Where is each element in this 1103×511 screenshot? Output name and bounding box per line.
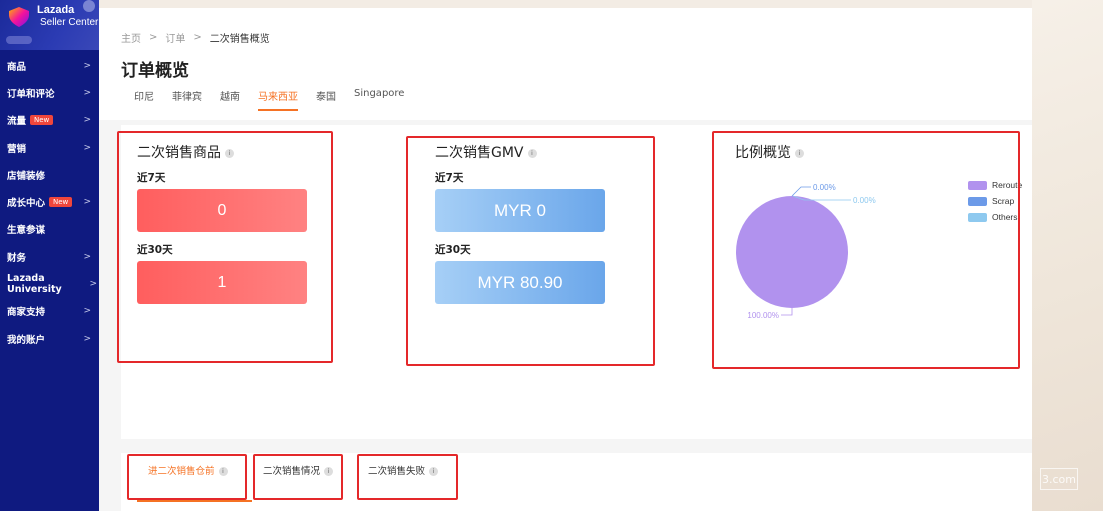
highlight-box-ratio bbox=[712, 131, 1020, 369]
sidebar-item-lazada-university[interactable]: Lazada University > bbox=[0, 270, 99, 297]
tab-singapore[interactable]: Singapore bbox=[354, 88, 404, 111]
active-tab-underline bbox=[137, 500, 252, 502]
highlight-box-tab-2 bbox=[253, 454, 343, 500]
tab-indonesia[interactable]: 印尼 bbox=[134, 88, 154, 111]
breadcrumb-separator: > bbox=[149, 32, 158, 43]
sidebar-item-label: 财务 bbox=[7, 252, 27, 264]
sidebar-item-products[interactable]: 商品 > bbox=[0, 52, 99, 79]
sidebar-menu: 商品 > 订单和评论 > 流量 New > 营销 > 店铺装修 成长中心 New… bbox=[0, 52, 99, 352]
new-badge: New bbox=[30, 115, 54, 126]
country-tabs: 印尼 菲律宾 越南 马来西亚 泰国 Singapore bbox=[121, 88, 422, 111]
sidebar: Lazada Seller Center 商品 > 订单和评论 > 流量 New… bbox=[0, 0, 99, 511]
sidebar-item-label: Lazada University bbox=[7, 273, 62, 296]
highlight-box-gmv bbox=[406, 136, 655, 366]
sidebar-item-label: 流量 bbox=[7, 116, 27, 128]
sidebar-item-traffic[interactable]: 流量 New > bbox=[0, 107, 99, 134]
chevron-right-icon: > bbox=[83, 142, 91, 153]
sidebar-item-seller-support[interactable]: 商家支持 > bbox=[0, 298, 99, 325]
sidebar-item-label: 成长中心 bbox=[7, 198, 46, 210]
sidebar-item-label: 商品 bbox=[7, 61, 27, 73]
page-background-right bbox=[1032, 0, 1103, 511]
sidebar-item-my-account[interactable]: 我的账户 > bbox=[0, 325, 99, 352]
breadcrumb-current: 二次销售概览 bbox=[209, 34, 270, 45]
sidebar-item-marketing[interactable]: 营销 > bbox=[0, 134, 99, 161]
chevron-right-icon: > bbox=[83, 60, 91, 71]
tab-thailand[interactable]: 泰国 bbox=[316, 88, 336, 111]
chevron-right-icon: > bbox=[83, 251, 91, 262]
highlight-box-items bbox=[117, 131, 333, 363]
logo-decoration bbox=[83, 0, 95, 12]
breadcrumb-orders[interactable]: 订单 bbox=[165, 30, 185, 45]
breadcrumb: 主页 > 订单 > 二次销售概览 bbox=[121, 30, 270, 45]
sidebar-item-finance[interactable]: 财务 > bbox=[0, 243, 99, 270]
sidebar-item-label: 生意参谋 bbox=[7, 225, 46, 237]
sidebar-item-label: 我的账户 bbox=[7, 334, 46, 346]
chevron-right-icon: > bbox=[83, 197, 91, 208]
tab-malaysia[interactable]: 马来西亚 bbox=[258, 88, 298, 111]
lazada-heart-icon bbox=[9, 7, 29, 27]
sidebar-item-business-advisor[interactable]: 生意参谋 bbox=[0, 216, 99, 243]
highlight-box-tab-3 bbox=[357, 454, 458, 500]
brand-subtitle: Seller Center bbox=[40, 17, 99, 28]
tab-vietnam[interactable]: 越南 bbox=[220, 88, 240, 111]
sidebar-item-growth-center[interactable]: 成长中心 New > bbox=[0, 188, 99, 215]
logo-decoration-2 bbox=[6, 36, 32, 44]
sidebar-item-label: 店铺装修 bbox=[7, 170, 46, 182]
sidebar-item-label: 营销 bbox=[7, 143, 27, 155]
watermark: 3.com bbox=[1040, 468, 1078, 490]
breadcrumb-home[interactable]: 主页 bbox=[121, 30, 141, 45]
chevron-right-icon: > bbox=[83, 333, 91, 344]
page-title: 订单概览 bbox=[121, 61, 189, 81]
sidebar-item-store-decoration[interactable]: 店铺装修 bbox=[0, 161, 99, 188]
sidebar-item-orders-reviews[interactable]: 订单和评论 > bbox=[0, 79, 99, 106]
sidebar-item-label: 商家支持 bbox=[7, 307, 46, 319]
chevron-right-icon: > bbox=[83, 115, 91, 126]
chevron-right-icon: > bbox=[83, 306, 91, 317]
chevron-right-icon: > bbox=[89, 279, 97, 290]
page-header: 主页 > 订单 > 二次销售概览 订单概览 印尼 菲律宾 越南 马来西亚 泰国 … bbox=[99, 8, 1032, 120]
highlight-box-tab-1 bbox=[127, 454, 247, 500]
new-badge: New bbox=[49, 197, 73, 208]
chevron-right-icon: > bbox=[83, 87, 91, 98]
breadcrumb-separator: > bbox=[193, 32, 202, 43]
brand-title: Lazada bbox=[37, 4, 75, 16]
tab-philippines[interactable]: 菲律宾 bbox=[172, 88, 202, 111]
sidebar-item-label: 订单和评论 bbox=[7, 88, 55, 100]
brand-logo[interactable]: Lazada Seller Center bbox=[0, 0, 99, 50]
